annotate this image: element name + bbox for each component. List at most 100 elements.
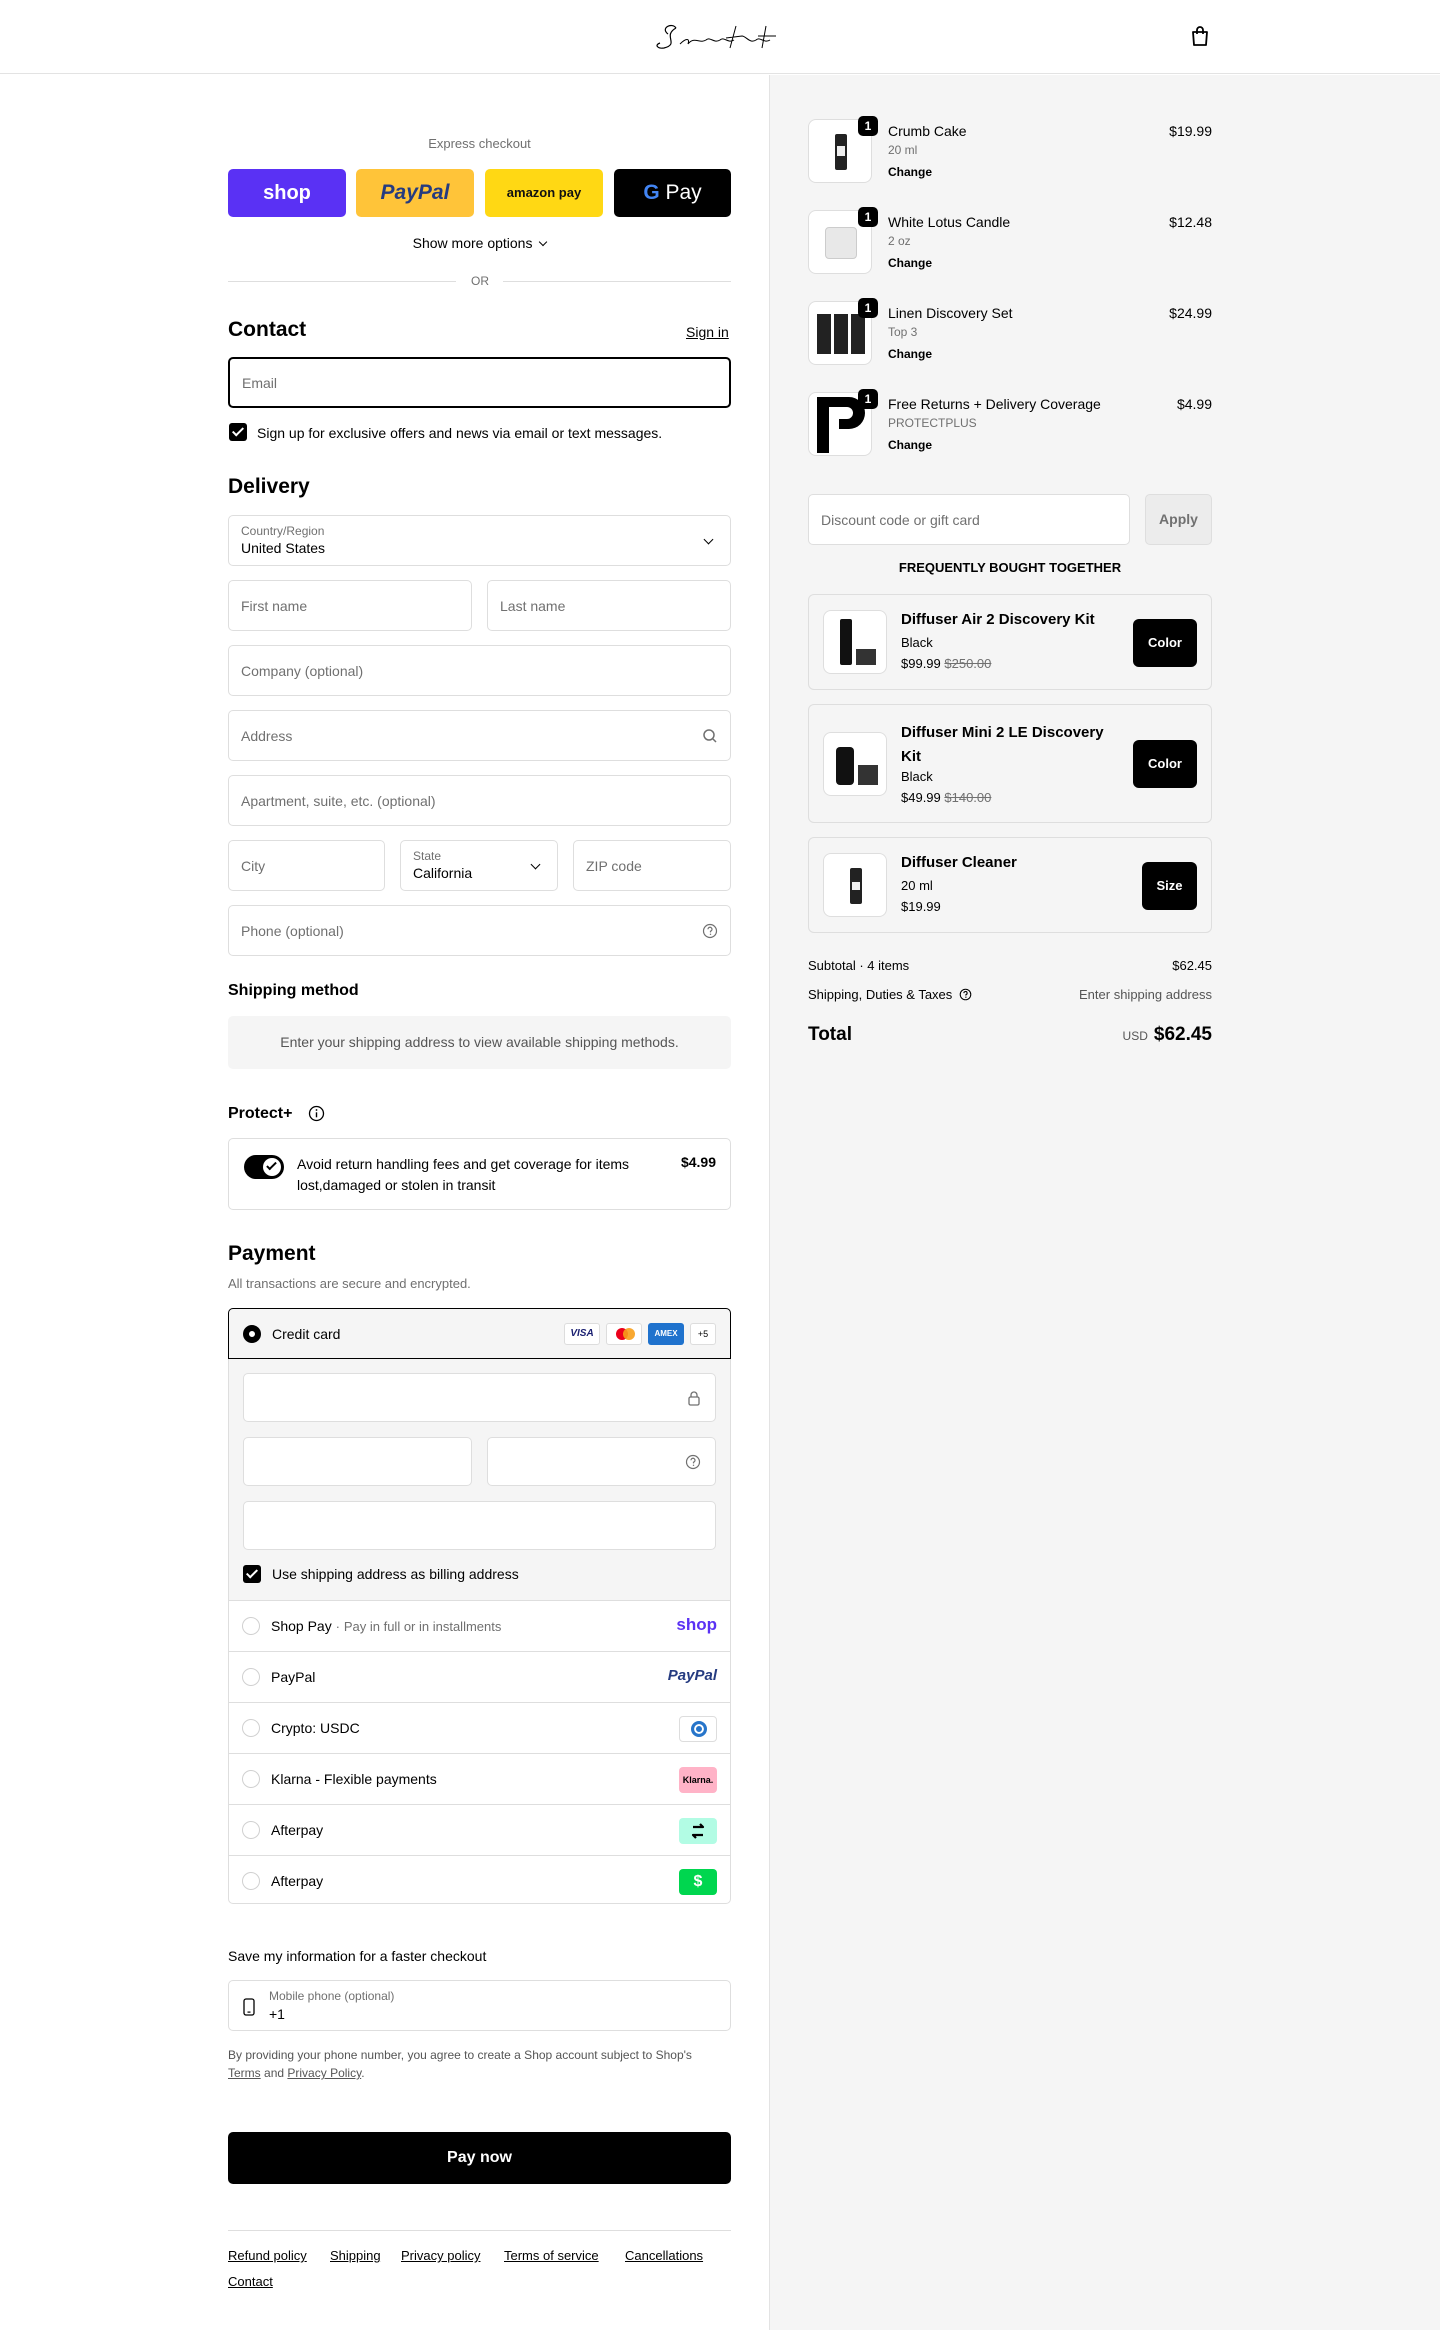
help-circle-icon[interactable] [702, 923, 718, 939]
sign-in-link[interactable]: Sign in [686, 324, 729, 340]
phone-field[interactable]: Phone (optional) [228, 905, 731, 956]
afterpay-radio[interactable] [242, 1821, 260, 1839]
amazon-pay-button[interactable]: amazon pay [485, 169, 603, 217]
crypto-radio[interactable] [242, 1719, 260, 1737]
zip-field[interactable]: ZIP code [573, 840, 731, 891]
discount-code-field[interactable]: Discount code or gift card [808, 494, 1130, 545]
cash-app-afterpay-radio[interactable] [242, 1872, 260, 1890]
total-label: Total [808, 1024, 852, 1045]
header [0, 0, 1440, 74]
address-field[interactable]: Address [228, 710, 731, 761]
klarna-option[interactable]: Klarna - Flexible payments Klarna. [228, 1753, 731, 1804]
help-circle-icon[interactable] [959, 988, 972, 1001]
help-circle-icon[interactable] [685, 1454, 701, 1470]
bundle-price: $19.99 [901, 899, 941, 914]
name-on-card-field[interactable] [243, 1501, 716, 1550]
shop-pay-button[interactable]: shop [228, 169, 346, 217]
apply-discount-button[interactable]: Apply [1145, 494, 1212, 545]
card-number-field[interactable] [243, 1373, 716, 1422]
protect-toggle[interactable] [244, 1155, 284, 1179]
shipping-policy-link[interactable]: Shipping [330, 2248, 381, 2263]
cart-item-price: $24.99 [1169, 305, 1212, 321]
paypal-label: PayPal [380, 181, 450, 204]
legal-text: By providing your phone number, you agre… [228, 2046, 748, 2082]
quantity-badge: 1 [858, 116, 878, 136]
refund-policy-link[interactable]: Refund policy [228, 2248, 307, 2263]
expiration-field[interactable] [243, 1437, 472, 1486]
color-select-button[interactable]: Color [1133, 619, 1197, 667]
terms-link[interactable]: Terms [228, 2066, 261, 2080]
cash-app-logo: $ [679, 1869, 717, 1895]
show-more-options[interactable]: Show more options [228, 235, 731, 251]
or-divider: OR [471, 274, 489, 288]
bundle-variant: Black [901, 769, 933, 784]
cash-app-afterpay-option[interactable]: Afterpay $ [228, 1855, 731, 1906]
quantity-badge: 1 [858, 207, 878, 227]
paypal-radio[interactable] [242, 1668, 260, 1686]
country-label: Country/Region [241, 524, 325, 538]
contact-heading: Contact [228, 318, 307, 341]
paypal-express-button[interactable]: PayPal [356, 169, 474, 217]
bundle-price: $49.99 [901, 790, 941, 805]
footer-divider [228, 2230, 731, 2231]
klarna-radio[interactable] [242, 1770, 260, 1788]
size-select-button[interactable]: Size [1142, 862, 1197, 910]
afterpay-option[interactable]: Afterpay [228, 1804, 731, 1855]
state-select[interactable]: State California [400, 840, 558, 891]
change-link[interactable]: Change [888, 256, 932, 270]
shop-pay-radio[interactable] [242, 1617, 260, 1635]
quantity-badge: 1 [858, 389, 878, 409]
discount-placeholder: Discount code or gift card [821, 511, 980, 528]
privacy-policy-link[interactable]: Privacy Policy [287, 2066, 361, 2080]
shipping-method-heading: Shipping method [228, 982, 359, 999]
scentiment-logo[interactable] [650, 14, 790, 60]
bundle-compare-price: $250.00 [944, 656, 992, 671]
paypal-option[interactable]: PayPal PayPal [228, 1651, 731, 1702]
credit-card-radio[interactable] [243, 1325, 261, 1343]
company-field[interactable]: Company (optional) [228, 645, 731, 696]
divider-right [503, 281, 731, 282]
total-row: USD $62.45 [1050, 1024, 1212, 1046]
info-icon[interactable] [308, 1105, 325, 1122]
apartment-field[interactable]: Apartment, suite, etc. (optional) [228, 775, 731, 826]
mobile-phone-field[interactable]: Mobile phone (optional) +1 [228, 1980, 731, 2031]
cart-item-name: Crumb Cake [888, 123, 967, 139]
protect-description: Avoid return handling fees and get cover… [297, 1156, 630, 1193]
shipping-taxes-label: Shipping, Duties & Taxes [808, 987, 953, 1002]
email-field[interactable]: Email [228, 357, 731, 408]
city-field[interactable]: City [228, 840, 385, 891]
shop-pay-option[interactable]: Shop Pay · Pay in full or in installment… [228, 1600, 731, 1651]
security-code-field[interactable] [487, 1437, 716, 1486]
contact-link[interactable]: Contact [228, 2274, 273, 2289]
state-value: California [413, 865, 473, 881]
cancellations-link[interactable]: Cancellations [625, 2248, 703, 2263]
chevron-down-icon [539, 237, 548, 247]
phone-placeholder: Phone (optional) [241, 922, 344, 939]
country-select[interactable]: Country/Region United States [228, 515, 731, 566]
google-pay-button[interactable]: G Pay [614, 169, 731, 217]
last-name-field[interactable]: Last name [487, 580, 731, 631]
change-link[interactable]: Change [888, 438, 932, 452]
shopping-bag-icon[interactable] [1188, 24, 1212, 48]
change-link[interactable]: Change [888, 347, 932, 361]
credit-card-option[interactable]: Credit card VISA AMEX +5 [228, 1308, 731, 1359]
divider-left [228, 281, 456, 282]
apartment-placeholder: Apartment, suite, etc. (optional) [241, 792, 436, 809]
more-cards-badge: +5 [690, 1323, 716, 1345]
privacy-policy-footer-link[interactable]: Privacy policy [401, 2248, 480, 2263]
crypto-option[interactable]: Crypto: USDC [228, 1702, 731, 1753]
currency-code: USD [1122, 1029, 1148, 1043]
newsletter-checkbox[interactable] [229, 423, 247, 441]
terms-of-service-link[interactable]: Terms of service [504, 2248, 599, 2263]
change-link[interactable]: Change [888, 165, 932, 179]
cart-item-price: $12.48 [1169, 214, 1212, 230]
cart-item-name: Free Returns + Delivery Coverage [888, 396, 1101, 412]
subtotal-value: $62.45 [1172, 958, 1212, 973]
first-name-field[interactable]: First name [228, 580, 472, 631]
pay-now-button[interactable]: Pay now [228, 2132, 731, 2184]
protect-price: $4.99 [680, 1154, 716, 1170]
company-placeholder: Company (optional) [241, 662, 364, 679]
shipping-method-notice: Enter your shipping address to view avai… [228, 1016, 731, 1069]
billing-checkbox[interactable] [243, 1565, 261, 1583]
color-select-button[interactable]: Color [1133, 740, 1197, 788]
